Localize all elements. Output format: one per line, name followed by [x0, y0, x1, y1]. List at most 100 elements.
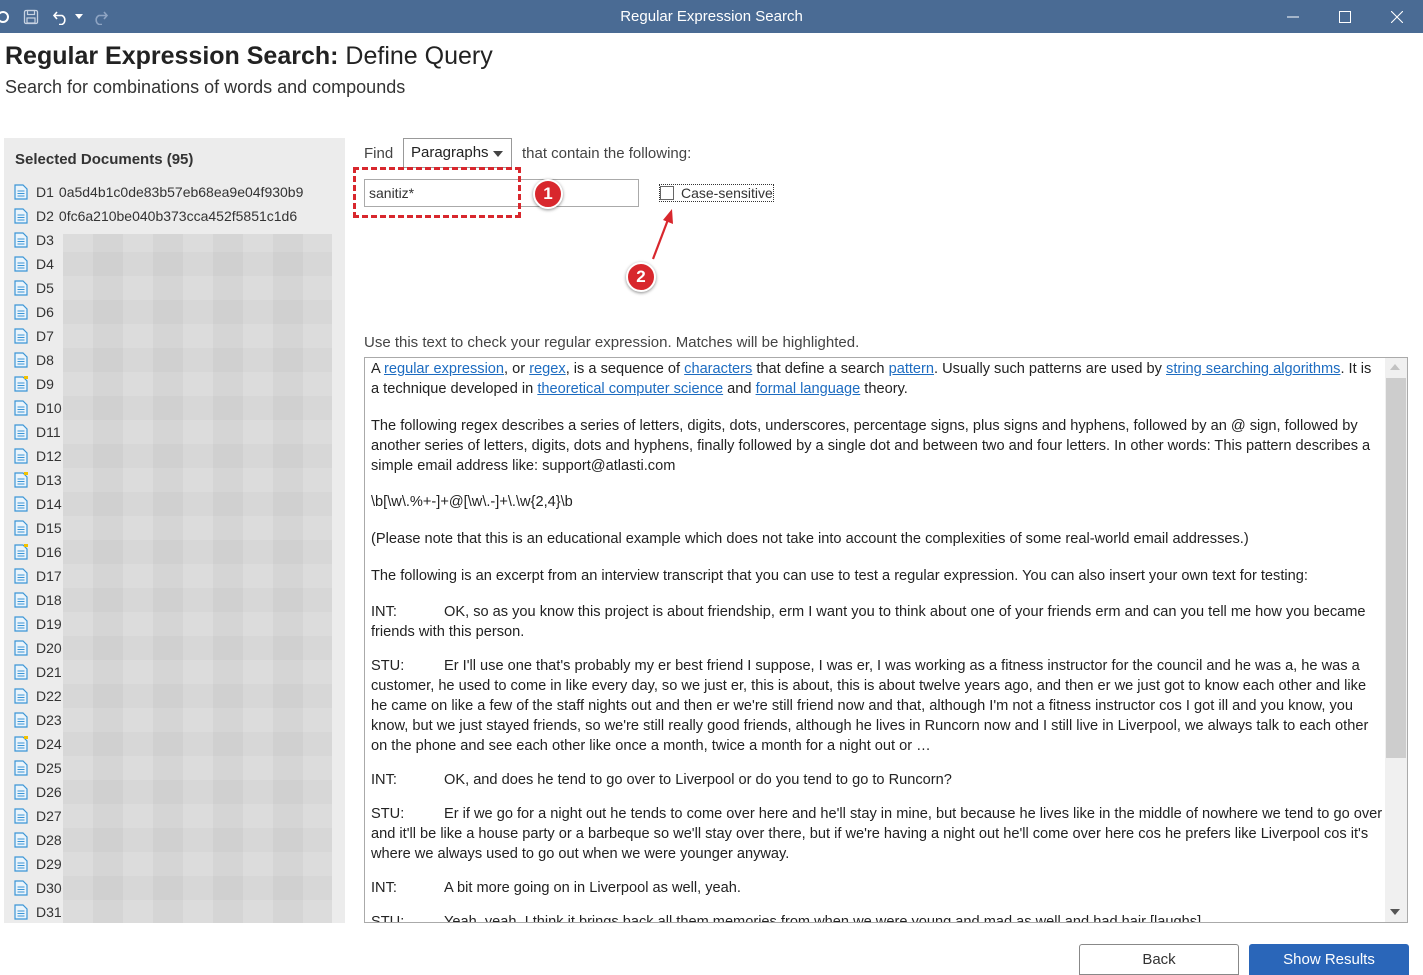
- document-id: D12: [36, 448, 62, 464]
- window-title: Regular Expression Search: [620, 8, 803, 25]
- document-id: D4: [36, 256, 54, 272]
- link-formal-language[interactable]: formal language: [756, 381, 861, 397]
- document-id: D21: [36, 664, 62, 680]
- text-paragraph-regex-description: The following regex describes a series o…: [371, 418, 1371, 474]
- document-icon: [14, 760, 28, 776]
- document-id: D29: [36, 856, 62, 872]
- selected-documents-panel: Selected Documents (95) D1 0a5d4b1c0de83b…: [4, 138, 345, 923]
- text-paragraph-intro: A regular expression, or regex, is a seq…: [371, 359, 1383, 399]
- close-button[interactable]: [1371, 0, 1423, 33]
- scope-select[interactable]: Paragraphs: [403, 138, 512, 168]
- show-results-button[interactable]: Show Results: [1249, 944, 1409, 975]
- transcript-speaker: STU:: [371, 914, 405, 923]
- document-icon: [14, 568, 28, 584]
- document-id: D24: [36, 736, 62, 752]
- document-id: D22: [36, 688, 62, 704]
- minimize-icon: [1287, 16, 1299, 17]
- scroll-down-icon[interactable]: [1390, 909, 1400, 915]
- minimize-button[interactable]: [1267, 0, 1319, 33]
- document-icon: [14, 592, 28, 608]
- document-id: D23: [36, 712, 62, 728]
- transcript-text: Yeah, yeah, I think it brings back all t…: [444, 914, 1206, 923]
- text-run: that define a search: [752, 361, 889, 377]
- page-title: Regular Expression Search: Define Query: [5, 42, 493, 71]
- case-sensitive-checkbox[interactable]: [660, 186, 674, 200]
- scope-select-value: Paragraphs: [411, 144, 489, 161]
- link-string-searching-algorithms[interactable]: string searching algorithms: [1166, 361, 1340, 377]
- text-run: , is a sequence of: [565, 361, 685, 377]
- transcript-text: OK, and does he tend to go over to Liver…: [444, 772, 952, 788]
- document-id: D8: [36, 352, 54, 368]
- transcript-turn: INT: OK, so as you know this project is a…: [371, 602, 1383, 642]
- close-icon: [1391, 10, 1403, 23]
- document-name: 0a5d4b1c0de83b57eb68ea9e04f930b9: [58, 184, 304, 200]
- case-sensitive-label: Case-sensitive: [681, 185, 773, 201]
- transcript-text: OK, so as you know this project is about…: [371, 604, 1366, 640]
- document-icon: [14, 400, 28, 416]
- redacted-document-names: [63, 234, 332, 923]
- document-icon: [14, 304, 28, 320]
- document-icon: [14, 904, 28, 920]
- transcript-text: Er if we go for a night out he tends to …: [371, 806, 1383, 862]
- document-icon: [14, 664, 28, 680]
- document-id: D30: [36, 880, 62, 896]
- transcript-text: Er I'll use one that's probably my er be…: [371, 658, 1369, 754]
- document-id: D19: [36, 616, 62, 632]
- document-id: D27: [36, 808, 62, 824]
- transcript-turn: STU: Yeah, yeah, I think it brings back a…: [371, 912, 1383, 923]
- document-icon: [14, 448, 28, 464]
- document-icon: [14, 520, 28, 536]
- text-run: . Usually such patterns are used by: [934, 361, 1167, 377]
- selected-documents-title: Selected Documents (95): [15, 151, 194, 168]
- scroll-up-icon[interactable]: [1390, 364, 1400, 370]
- document-id: D16: [36, 544, 62, 560]
- text-run: A: [371, 361, 384, 377]
- document-icon: [14, 736, 28, 752]
- title-bar: Regular Expression Search: [0, 0, 1423, 33]
- link-pattern[interactable]: pattern: [889, 361, 934, 377]
- test-text-content[interactable]: A regular expression, or regex, is a seq…: [371, 358, 1383, 923]
- transcript: INT: OK, so as you know this project is a…: [371, 602, 1383, 923]
- document-icon: [14, 352, 28, 368]
- document-icon: [14, 376, 28, 392]
- document-list-item[interactable]: D1 0a5d4b1c0de83b57eb68ea9e04f930b9: [14, 180, 339, 204]
- vertical-scrollbar[interactable]: [1385, 358, 1407, 922]
- link-characters[interactable]: characters: [684, 361, 752, 377]
- case-sensitive-option[interactable]: Case-sensitive: [659, 184, 774, 202]
- document-id: D25: [36, 760, 62, 776]
- document-icon: [14, 880, 28, 896]
- document-id: D9: [36, 376, 54, 392]
- transcript-turn: STU: Er if we go for a night out he tends…: [371, 804, 1383, 864]
- document-icon: [14, 832, 28, 848]
- back-button[interactable]: Back: [1079, 944, 1239, 975]
- document-id: D6: [36, 304, 54, 320]
- annotation-arrow-icon: [651, 209, 673, 260]
- document-id: D17: [36, 568, 62, 584]
- document-id: D31: [36, 904, 62, 920]
- document-icon: [14, 784, 28, 800]
- document-id: D18: [36, 592, 62, 608]
- document-list-item[interactable]: D2 0fc6a210be040b373cca452f5851c1d6: [14, 204, 339, 228]
- document-icon: [14, 856, 28, 872]
- text-run: theory.: [860, 381, 908, 397]
- page-title-rest: Define Query: [338, 42, 493, 70]
- document-id: D13: [36, 472, 62, 488]
- document-id: D11: [36, 424, 61, 440]
- contain-label: that contain the following:: [522, 145, 692, 162]
- link-regex[interactable]: regex: [529, 361, 566, 377]
- document-icon: [14, 616, 28, 632]
- document-icon: [14, 472, 28, 488]
- document-icon: [14, 496, 28, 512]
- document-icon: [14, 640, 28, 656]
- test-text-area[interactable]: A regular expression, or regex, is a seq…: [364, 357, 1408, 923]
- transcript-speaker: STU:: [371, 658, 405, 674]
- link-regular-expression[interactable]: regular expression: [384, 361, 504, 377]
- document-icon: [14, 256, 28, 272]
- link-theoretical-computer-science[interactable]: theoretical computer science: [537, 381, 723, 397]
- transcript-text: A bit more going on in Liverpool as well…: [444, 880, 741, 896]
- document-id: D2: [36, 208, 54, 224]
- scrollbar-thumb[interactable]: [1386, 378, 1406, 758]
- maximize-button[interactable]: [1319, 0, 1371, 33]
- text-paragraph-regex-example: \b[\w\.%+-]+@[\w\.-]+\.\w{2,4}\b: [371, 494, 573, 510]
- chevron-down-icon: [493, 151, 503, 157]
